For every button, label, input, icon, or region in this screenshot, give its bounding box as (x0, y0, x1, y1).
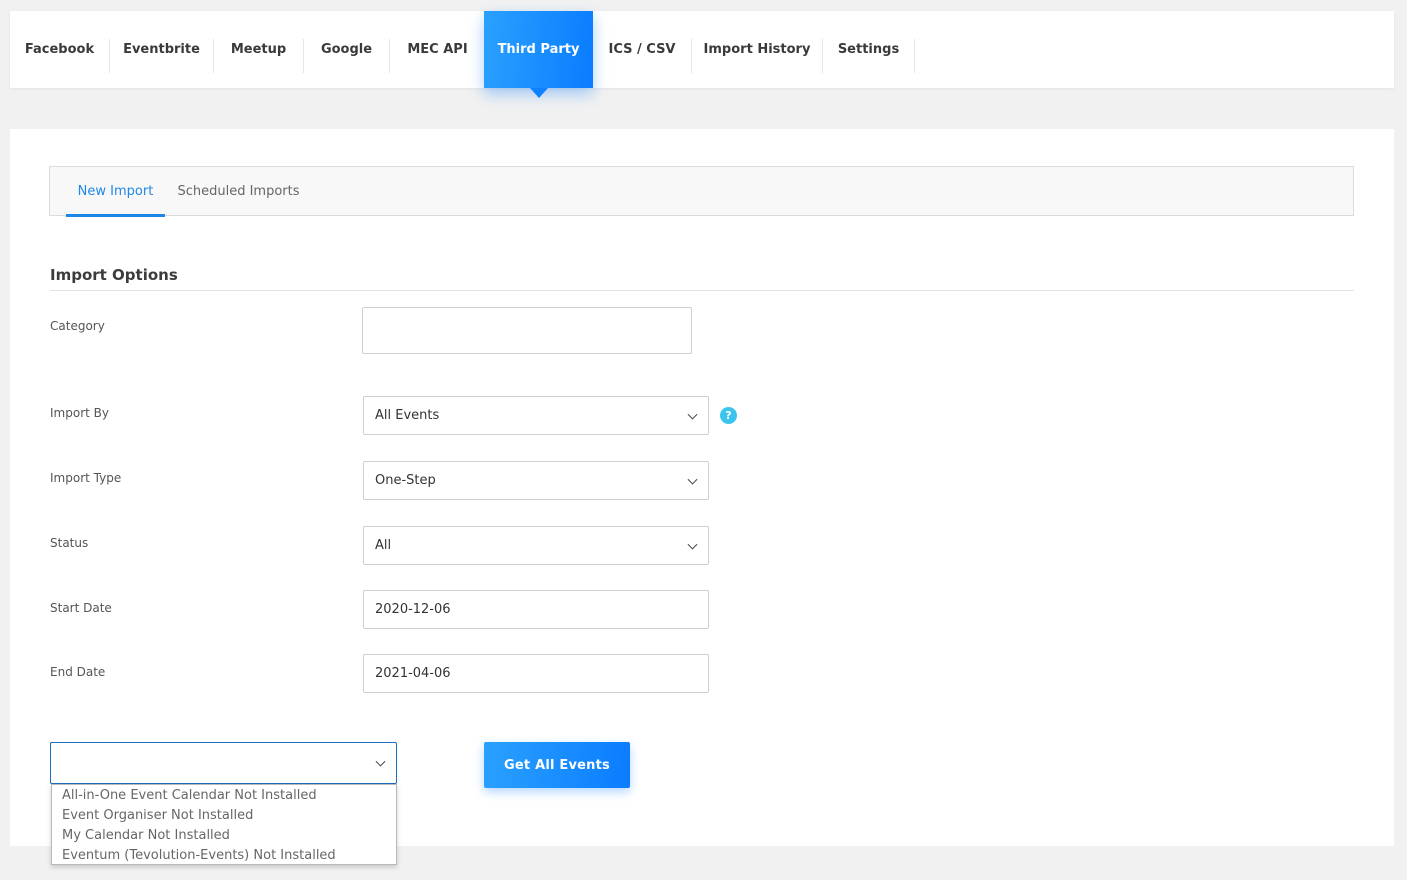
import-by-label: Import By (50, 406, 109, 420)
start-date-input[interactable]: 2020-12-06 (363, 590, 709, 629)
chevron-down-icon (687, 474, 698, 485)
status-label: Status (50, 536, 89, 550)
tab-mec-api[interactable]: MEC API (390, 11, 485, 88)
subtab-scheduled-imports[interactable]: Scheduled Imports (170, 167, 307, 216)
get-all-events-button[interactable]: Get All Events (484, 742, 630, 788)
tab-third-party-label: Third Party (497, 42, 580, 57)
status-select[interactable]: All (363, 526, 709, 565)
question-circle-icon[interactable]: ? (720, 407, 737, 424)
import-by-value: All Events (375, 408, 440, 423)
tab-facebook[interactable]: Facebook (10, 11, 109, 88)
category-input[interactable] (362, 307, 692, 354)
import-by-select[interactable]: All Events (363, 396, 709, 435)
subtab-new-import[interactable]: New Import (66, 167, 165, 217)
tab-meetup[interactable]: Meetup (214, 11, 303, 88)
chevron-down-icon (687, 539, 698, 550)
top-tab-bar: Facebook Eventbrite Meetup Google MEC AP… (10, 11, 1394, 98)
tab-import-history[interactable]: Import History (692, 11, 822, 88)
chevron-down-icon (375, 756, 386, 767)
section-title: Import Options (50, 266, 178, 284)
import-type-select[interactable]: One-Step (363, 461, 709, 500)
plugin-option-event-organiser[interactable]: Event Organiser Not Installed (52, 806, 396, 826)
end-date-label: End Date (50, 665, 106, 679)
tab-eventbrite[interactable]: Eventbrite (110, 11, 213, 88)
sub-tab-bar: New Import Scheduled Imports (49, 166, 1354, 217)
plugin-select[interactable] (50, 742, 397, 784)
active-tab-pointer (529, 88, 548, 98)
tab-third-party[interactable]: Third Party (484, 11, 593, 98)
status-value: All (375, 538, 392, 553)
chevron-down-icon (687, 409, 698, 420)
plugin-option-eventum[interactable]: Eventum (Tevolution-Events) Not Installe… (52, 846, 396, 866)
import-type-label: Import Type (50, 471, 122, 485)
section-divider (50, 290, 1354, 291)
tab-settings[interactable]: Settings (823, 11, 914, 88)
plugin-option-all-in-one[interactable]: All-in-One Event Calendar Not Installed (52, 786, 396, 806)
import-type-value: One-Step (375, 473, 436, 488)
plugin-dropdown-list: All-in-One Event Calendar Not Installed … (51, 784, 397, 865)
start-date-label: Start Date (50, 601, 112, 615)
end-date-input[interactable]: 2021-04-06 (363, 654, 709, 693)
tab-divider (914, 39, 915, 73)
tab-ics-csv[interactable]: ICS / CSV (593, 11, 691, 88)
category-label: Category (50, 319, 105, 333)
plugin-option-my-calendar[interactable]: My Calendar Not Installed (52, 826, 396, 846)
tab-google[interactable]: Google (304, 11, 389, 88)
